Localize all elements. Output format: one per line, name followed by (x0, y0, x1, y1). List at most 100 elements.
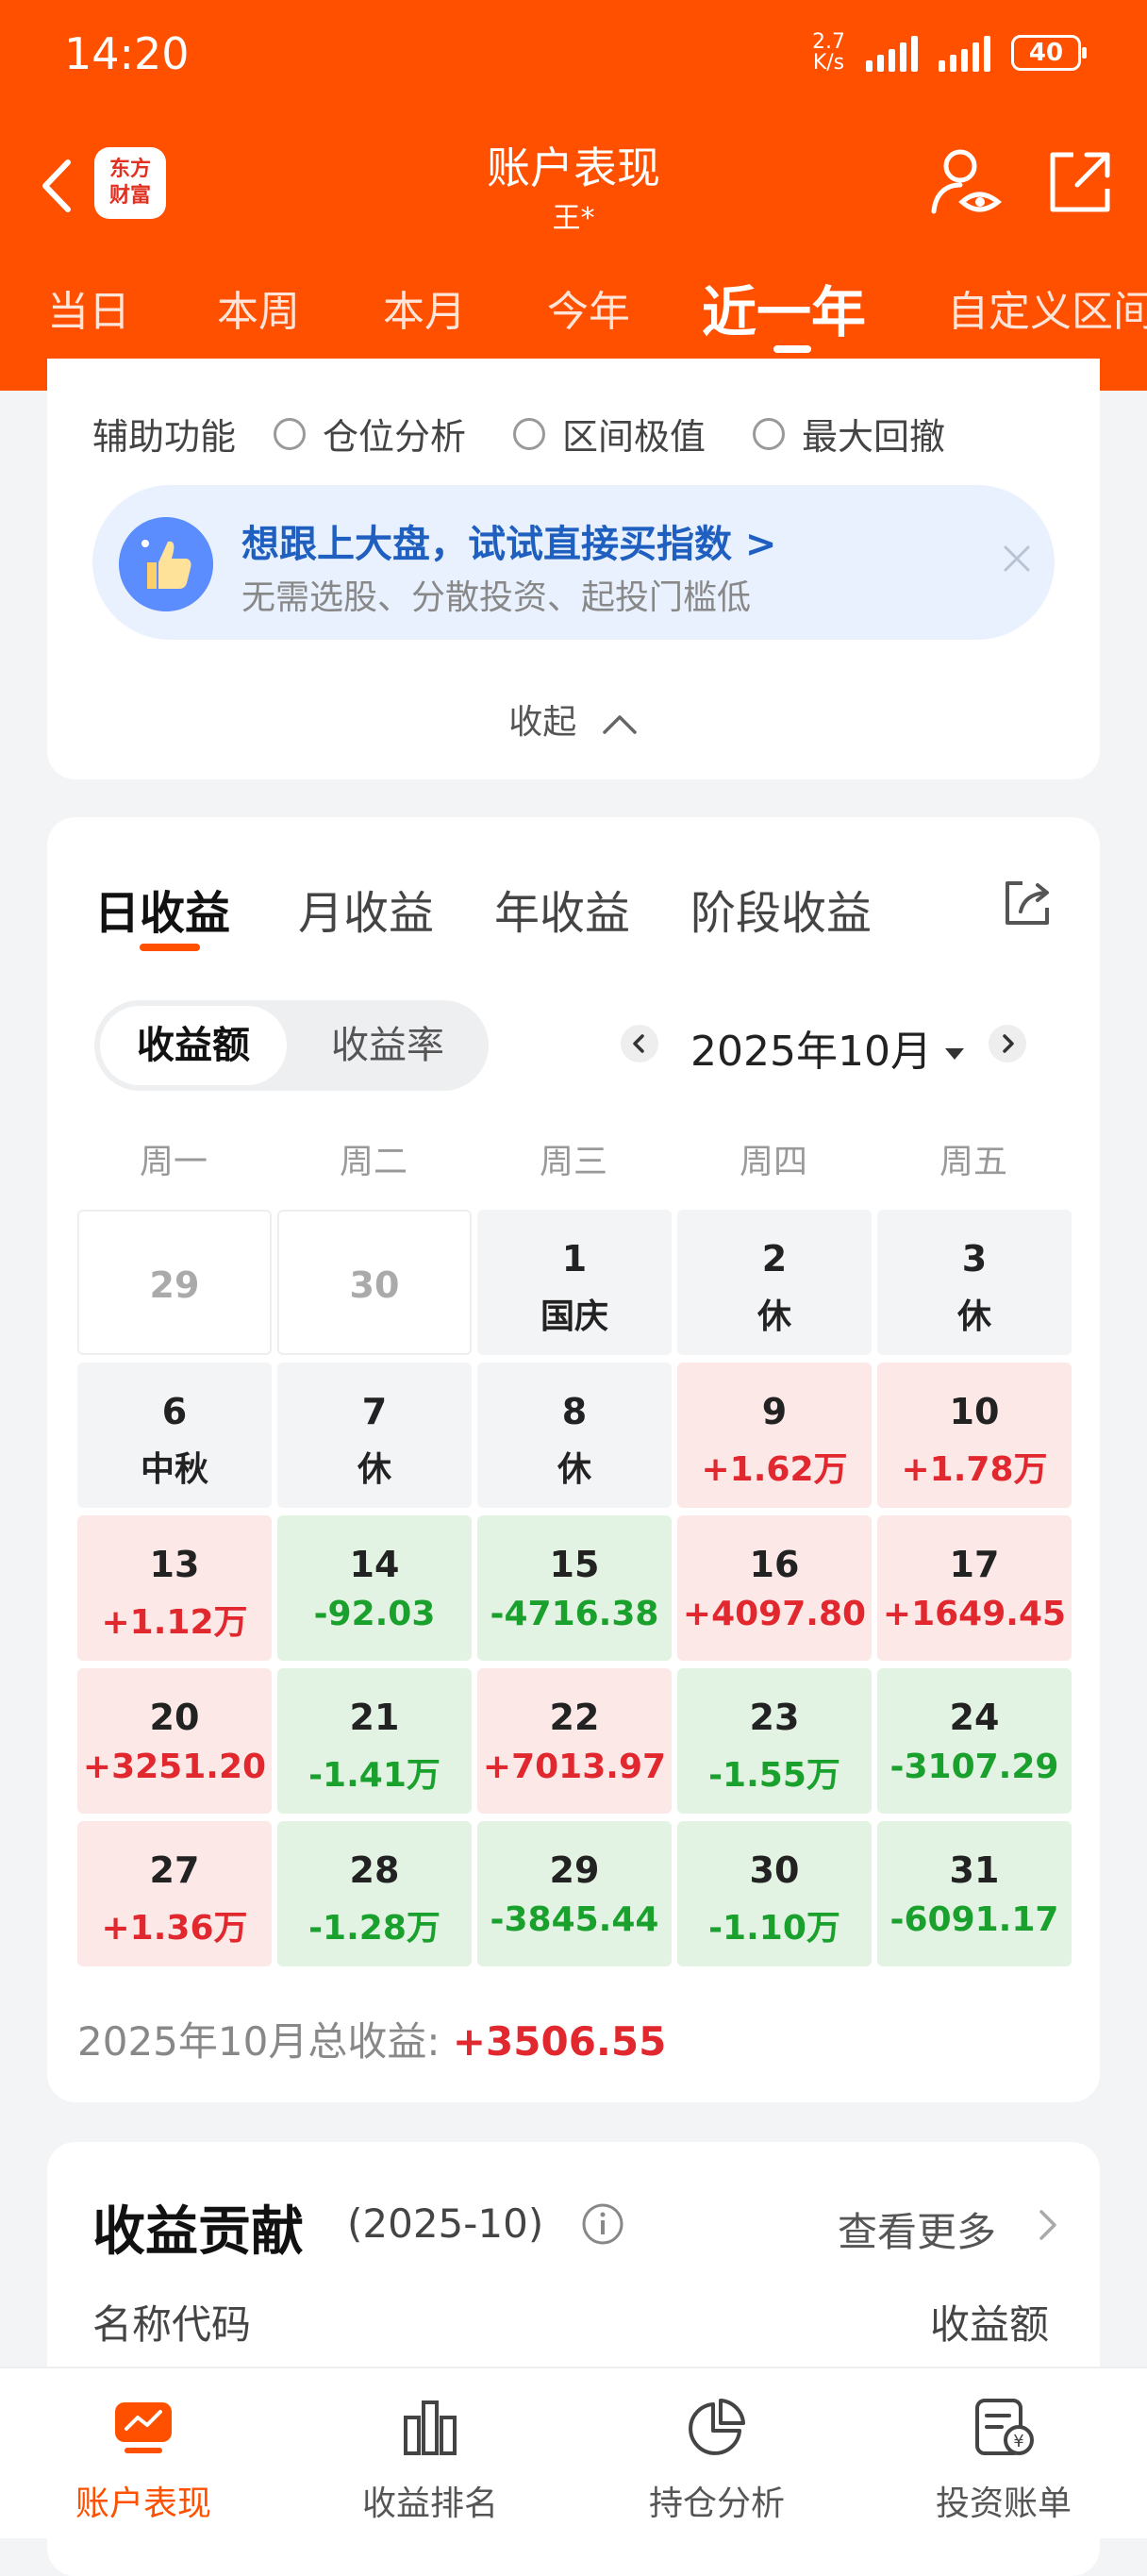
chevron-right-icon[interactable] (1034, 2208, 1060, 2242)
radio-icon[interactable] (274, 417, 307, 450)
month-label: 2025年10月 (690, 1028, 932, 1076)
nav-account-performance[interactable]: 账户表现 (0, 2368, 287, 2538)
day-earnings-value: -4716.38 (490, 1595, 659, 1633)
option-max-drawdown[interactable]: 最大回撤 (753, 408, 945, 460)
day-earnings-value: -1.28万 (308, 1909, 441, 1948)
radio-icon[interactable] (513, 417, 546, 450)
user-eye-icon[interactable] (928, 145, 1004, 221)
day-earnings-value: +1.36万 (101, 1909, 248, 1948)
calendar-day-cell[interactable]: 24 -3107.29 (877, 1668, 1072, 1814)
close-icon[interactable] (998, 540, 1036, 577)
day-earnings-value: -1.41万 (308, 1756, 441, 1795)
day-number: 9 (761, 1391, 788, 1432)
day-number: 21 (349, 1697, 400, 1738)
earnings-card: 日收益 月收益 年收益 阶段收益 收益额 收益率 2025年10月 周一 周二 … (47, 817, 1100, 2102)
tab-last-year[interactable]: 近一年 (702, 268, 866, 347)
promo-title: 想跟上大盘，试试直接买指数 > (241, 523, 777, 566)
assist-card: 辅助功能 仓位分析 区间极值 最大回撤 想跟上大盘，试试直接买指数 > 无需选股… (47, 359, 1100, 779)
calendar-day-cell[interactable]: 27 +1.36万 (77, 1821, 272, 1966)
svg-text:¥: ¥ (1013, 2432, 1023, 2451)
month-selector[interactable]: 2025年10月 (690, 1017, 964, 1078)
tab-stage-earnings[interactable]: 阶段收益 (690, 876, 872, 942)
day-earnings-value: -6091.17 (889, 1900, 1059, 1939)
calendar-day-cell[interactable]: 9 +1.62万 (677, 1363, 872, 1508)
nav-label: 持仓分析 (648, 2484, 785, 2523)
calendar-day-cell[interactable]: 28 -1.28万 (277, 1821, 472, 1966)
calendar-day-cell[interactable]: 30 (277, 1210, 472, 1355)
share-icon[interactable] (1045, 147, 1115, 217)
nav-label: 账户表现 (75, 2484, 211, 2523)
radio-icon[interactable] (753, 417, 786, 450)
nav-position-analysis[interactable]: 持仓分析 (574, 2368, 860, 2538)
holiday-label: 休 (756, 1297, 791, 1336)
day-number: 30 (349, 1264, 400, 1306)
calendar-day-cell[interactable]: 8休 (477, 1363, 672, 1508)
status-time: 14:20 (64, 28, 190, 79)
day-number: 1 (561, 1238, 588, 1280)
tab-this-month[interactable]: 本月 (383, 277, 466, 338)
calendar-day-cell[interactable]: 10 +1.78万 (877, 1363, 1072, 1508)
calendar-day-cell[interactable]: 1 国庆 (477, 1210, 672, 1355)
holiday-label: 休 (956, 1297, 991, 1336)
tab-daily-earnings[interactable]: 日收益 (94, 876, 230, 942)
tab-this-week[interactable]: 本周 (217, 277, 300, 338)
calendar-day-cell[interactable]: 13 +1.12万 (77, 1515, 272, 1661)
export-icon[interactable] (1000, 874, 1056, 930)
tab-today[interactable]: 当日 (47, 277, 130, 338)
calendar-day-cell[interactable]: 21 -1.41万 (277, 1668, 472, 1814)
calendar-day-cell[interactable]: 22 +7013.97 (477, 1668, 672, 1814)
day-number: 14 (349, 1544, 400, 1585)
nav-label: 收益排名 (361, 2484, 498, 2523)
calendar-day-cell[interactable]: 31 -6091.17 (877, 1821, 1072, 1966)
calendar-day-cell[interactable]: 29 (77, 1210, 272, 1355)
chevron-left-icon[interactable] (621, 1025, 658, 1062)
calendar-day-cell[interactable]: 17 +1649.45 (877, 1515, 1072, 1661)
info-icon[interactable] (581, 2202, 624, 2246)
option-range-extreme[interactable]: 区间极值 (513, 408, 706, 460)
contribution-period: (2025-10) (347, 2200, 544, 2247)
chevron-right-icon[interactable] (989, 1025, 1026, 1062)
weekday-header: 周一 周二 周三 周四 周五 (77, 1134, 1070, 1181)
day-number: 17 (949, 1544, 1000, 1585)
segment-amount[interactable]: 收益额 (100, 1006, 287, 1085)
calendar-day-cell[interactable]: 3休 (877, 1210, 1072, 1355)
assist-row: 辅助功能 仓位分析 区间极值 最大回撤 (92, 408, 992, 460)
promo-banner[interactable]: 想跟上大盘，试试直接买指数 > 无需选股、分散投资、起投门槛低 (92, 485, 1055, 640)
calendar-day-cell[interactable]: 30 -1.10万 (677, 1821, 872, 1966)
day-number: 29 (149, 1264, 200, 1306)
tab-custom-range[interactable]: 自定义区间 (947, 277, 1147, 338)
day-number: 13 (149, 1544, 200, 1585)
day-earnings-value: +4097.80 (682, 1595, 867, 1633)
app-header: 14:20 2.7 K/s 40 东方 财富 账户表现 王* 当日 本周 本月 … (0, 0, 1147, 391)
segment-rate[interactable]: 收益率 (294, 1006, 481, 1085)
day-number: 2 (761, 1238, 788, 1280)
earnings-tab-indicator (140, 944, 200, 951)
chevron-up-icon (602, 715, 637, 734)
day-number: 20 (149, 1697, 200, 1738)
calendar-day-cell[interactable]: 16 +4097.80 (677, 1515, 872, 1661)
day-earnings-value: -3845.44 (490, 1900, 659, 1939)
bar-chart-icon (404, 2400, 457, 2455)
calendar-day-cell[interactable]: 23 -1.55万 (677, 1668, 872, 1814)
collapse-button[interactable]: 收起 (47, 694, 1100, 744)
tab-monthly-earnings[interactable]: 月收益 (298, 876, 434, 942)
signal-icon (866, 34, 918, 72)
nav-earnings-ranking[interactable]: 收益排名 (287, 2368, 574, 2538)
tab-this-year[interactable]: 今年 (547, 277, 630, 338)
see-more-link[interactable]: 查看更多 (838, 2200, 996, 2258)
battery-icon: 40 (1011, 35, 1087, 71)
calendar-day-cell[interactable]: 15 -4716.38 (477, 1515, 672, 1661)
calendar-day-cell[interactable]: 14 -92.03 (277, 1515, 472, 1661)
calendar-day-cell[interactable]: 2休 (677, 1210, 872, 1355)
tab-yearly-earnings[interactable]: 年收益 (494, 876, 630, 942)
calendar-day-cell[interactable]: 6 中秋 (77, 1363, 272, 1508)
calendar-day-cell[interactable]: 29 -3845.44 (477, 1821, 672, 1966)
calendar-day-cell[interactable]: 7休 (277, 1363, 472, 1508)
option-label: 仓位分析 (323, 416, 467, 458)
amount-rate-toggle: 收益额 收益率 (94, 1000, 489, 1091)
holiday-label: 中秋 (140, 1450, 208, 1489)
nav-investment-bill[interactable]: ¥ 投资账单 (860, 2368, 1147, 2538)
weekday-label: 周五 (939, 1143, 1007, 1181)
option-position-analysis[interactable]: 仓位分析 (274, 408, 466, 460)
calendar-day-cell[interactable]: 20 +3251.20 (77, 1668, 272, 1814)
